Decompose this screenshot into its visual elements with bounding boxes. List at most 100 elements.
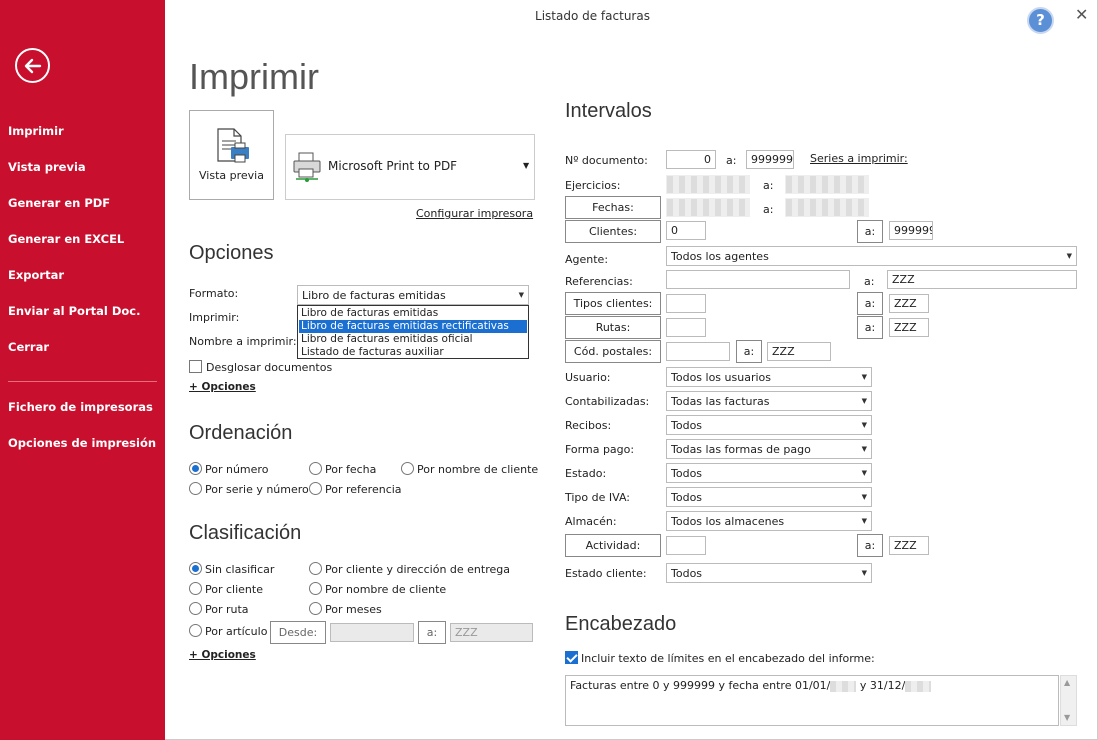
radio-por-serie-numero[interactable]	[189, 482, 202, 495]
almacen-select[interactable]: Todos los almacenes ▼	[666, 511, 872, 531]
mas-opciones-link[interactable]: + Opciones	[189, 381, 256, 393]
radio-por-nombre-cliente[interactable]	[401, 462, 414, 475]
desde-input[interactable]	[330, 623, 414, 642]
a-button[interactable]: a:	[857, 292, 883, 315]
clientes-button[interactable]: Clientes:	[565, 220, 661, 243]
radio-por-cliente[interactable]	[189, 582, 202, 595]
contabilizadas-select[interactable]: Todas las facturas ▼	[666, 391, 872, 411]
estado-select[interactable]: Todos ▼	[666, 463, 872, 483]
formato-select[interactable]: Libro de facturas emitidas ▼	[297, 285, 529, 305]
formato-option-highlighted[interactable]: Libro de facturas emitidas rectificativa…	[299, 320, 527, 333]
chevron-down-icon: ▼	[861, 493, 867, 501]
actividad-button[interactable]: Actividad:	[565, 534, 661, 557]
cod-postales-from-input[interactable]	[666, 342, 730, 361]
incluir-limites-checkbox[interactable]	[565, 651, 578, 664]
agente-label: Agente:	[565, 253, 609, 266]
contabilizadas-value: Todas las facturas	[671, 395, 770, 408]
radio-por-meses[interactable]	[309, 602, 322, 615]
sidebar-item-enviar-portal[interactable]: Enviar al Portal Doc.	[8, 304, 140, 318]
forma-pago-select[interactable]: Todas las formas de pago ▼	[666, 439, 872, 459]
ejercicio-to-input[interactable]	[785, 175, 869, 194]
radio-label: Sin clasificar	[205, 563, 275, 576]
forma-pago-value: Todas las formas de pago	[671, 443, 811, 456]
sidebar-item-cerrar[interactable]: Cerrar	[8, 340, 49, 354]
referencias-from-input[interactable]	[666, 270, 850, 289]
recibos-select[interactable]: Todos ▼	[666, 415, 872, 435]
rutas-to-input[interactable]: ZZZ	[889, 318, 929, 337]
scroll-down-icon[interactable]: ▼	[1064, 713, 1070, 722]
rutas-button[interactable]: Rutas:	[565, 316, 661, 339]
desglosar-checkbox[interactable]	[189, 360, 202, 373]
mas-opciones-link-clasif[interactable]: + Opciones	[189, 649, 256, 661]
agente-select[interactable]: Todos los agentes ▼	[666, 246, 1077, 266]
documento-from-input[interactable]: 0	[666, 150, 716, 169]
tipos-clientes-from-input[interactable]	[666, 294, 706, 313]
sidebar-item-opciones-impresion[interactable]: Opciones de impresión	[8, 436, 156, 450]
tipos-clientes-to-input[interactable]: ZZZ	[889, 294, 929, 313]
clasificacion-heading: Clasificación	[189, 522, 302, 544]
scroll-up-icon[interactable]: ▲	[1064, 678, 1070, 687]
encabezado-heading: Encabezado	[565, 613, 677, 635]
radio-sin-clasificar[interactable]	[189, 562, 202, 575]
fecha-from-input[interactable]	[666, 198, 750, 217]
usuario-value: Todos los usuarios	[671, 371, 771, 384]
radio-por-referencia[interactable]	[309, 482, 322, 495]
fechas-button[interactable]: Fechas:	[565, 196, 661, 219]
a-button[interactable]: a:	[736, 340, 762, 363]
sidebar-item-vista-previa[interactable]: Vista previa	[8, 160, 86, 174]
tipo-iva-select[interactable]: Todos ▼	[666, 487, 872, 507]
clientes-to-input[interactable]: 999999	[889, 221, 933, 240]
sidebar-item-generar-excel[interactable]: Generar en EXCEL	[8, 232, 124, 246]
series-imprimir-link[interactable]: Series a imprimir:	[810, 152, 908, 165]
clientes-from-input[interactable]: 0	[666, 221, 706, 240]
hasta-input[interactable]: ZZZ	[450, 623, 533, 642]
actividad-to-input[interactable]: ZZZ	[889, 536, 929, 555]
actividad-from-input[interactable]	[666, 536, 706, 555]
estado-cliente-value: Todos	[671, 567, 703, 580]
usuario-select[interactable]: Todos los usuarios ▼	[666, 367, 872, 387]
configurar-impresora-link[interactable]: Configurar impresora	[416, 207, 533, 220]
chevron-down-icon: ▼	[1066, 252, 1072, 260]
radio-label: Por nombre de cliente	[417, 463, 539, 476]
estado-cliente-select[interactable]: Todos ▼	[666, 563, 872, 583]
documento-to-input[interactable]: 999999	[746, 150, 794, 169]
encabezado-textarea[interactable]: Facturas entre 0 y 999999 y fecha entre …	[565, 675, 1059, 726]
close-icon[interactable]: ✕	[1075, 5, 1088, 24]
vista-previa-tile[interactable]: Vista previa	[189, 110, 274, 200]
radio-label: Por referencia	[325, 483, 402, 496]
recibos-value: Todos	[671, 419, 703, 432]
sidebar-item-generar-pdf[interactable]: Generar en PDF	[8, 196, 110, 210]
radio-label: Por cliente y dirección de entrega	[325, 563, 510, 576]
formato-option[interactable]: Listado de facturas auxiliar	[299, 346, 527, 359]
cod-postales-to-input[interactable]: ZZZ	[767, 342, 831, 361]
fecha-to-input[interactable]	[785, 198, 869, 217]
formato-option[interactable]: Libro de facturas emitidas	[299, 307, 527, 320]
a-button[interactable]: a:	[857, 220, 883, 243]
formato-option[interactable]: Libro de facturas emitidas oficial	[299, 333, 527, 346]
radio-por-nombre-cliente-clasif[interactable]	[309, 582, 322, 595]
printer-select[interactable]: Microsoft Print to PDF ▼	[285, 134, 535, 200]
sidebar-item-fichero-impresoras[interactable]: Fichero de impresoras	[8, 400, 153, 414]
chevron-down-icon: ▼	[861, 445, 867, 453]
sidebar-item-exportar[interactable]: Exportar	[8, 268, 64, 282]
radio-por-cliente-direccion[interactable]	[309, 562, 322, 575]
radio-por-fecha[interactable]	[309, 462, 322, 475]
textarea-scrollbar[interactable]: ▲ ▼	[1060, 675, 1077, 726]
radio-por-numero[interactable]	[189, 462, 202, 475]
tipos-clientes-button[interactable]: Tipos clientes:	[565, 292, 661, 315]
a-button[interactable]: a:	[418, 621, 446, 644]
referencias-to-input[interactable]: ZZZ	[887, 270, 1077, 289]
sidebar-item-imprimir[interactable]: Imprimir	[8, 124, 64, 138]
a-label: a:	[726, 154, 737, 167]
help-button[interactable]: ?	[1027, 7, 1054, 34]
back-button[interactable]	[15, 48, 50, 83]
radio-label: Por número	[205, 463, 269, 476]
a-button[interactable]: a:	[857, 316, 883, 339]
radio-por-articulo[interactable]	[189, 624, 202, 637]
rutas-from-input[interactable]	[666, 318, 706, 337]
desde-button[interactable]: Desde:	[270, 621, 326, 644]
ejercicio-from-input[interactable]	[666, 175, 750, 194]
a-button[interactable]: a:	[857, 534, 883, 557]
cod-postales-button[interactable]: Cód. postales:	[565, 340, 661, 363]
radio-por-ruta[interactable]	[189, 602, 202, 615]
